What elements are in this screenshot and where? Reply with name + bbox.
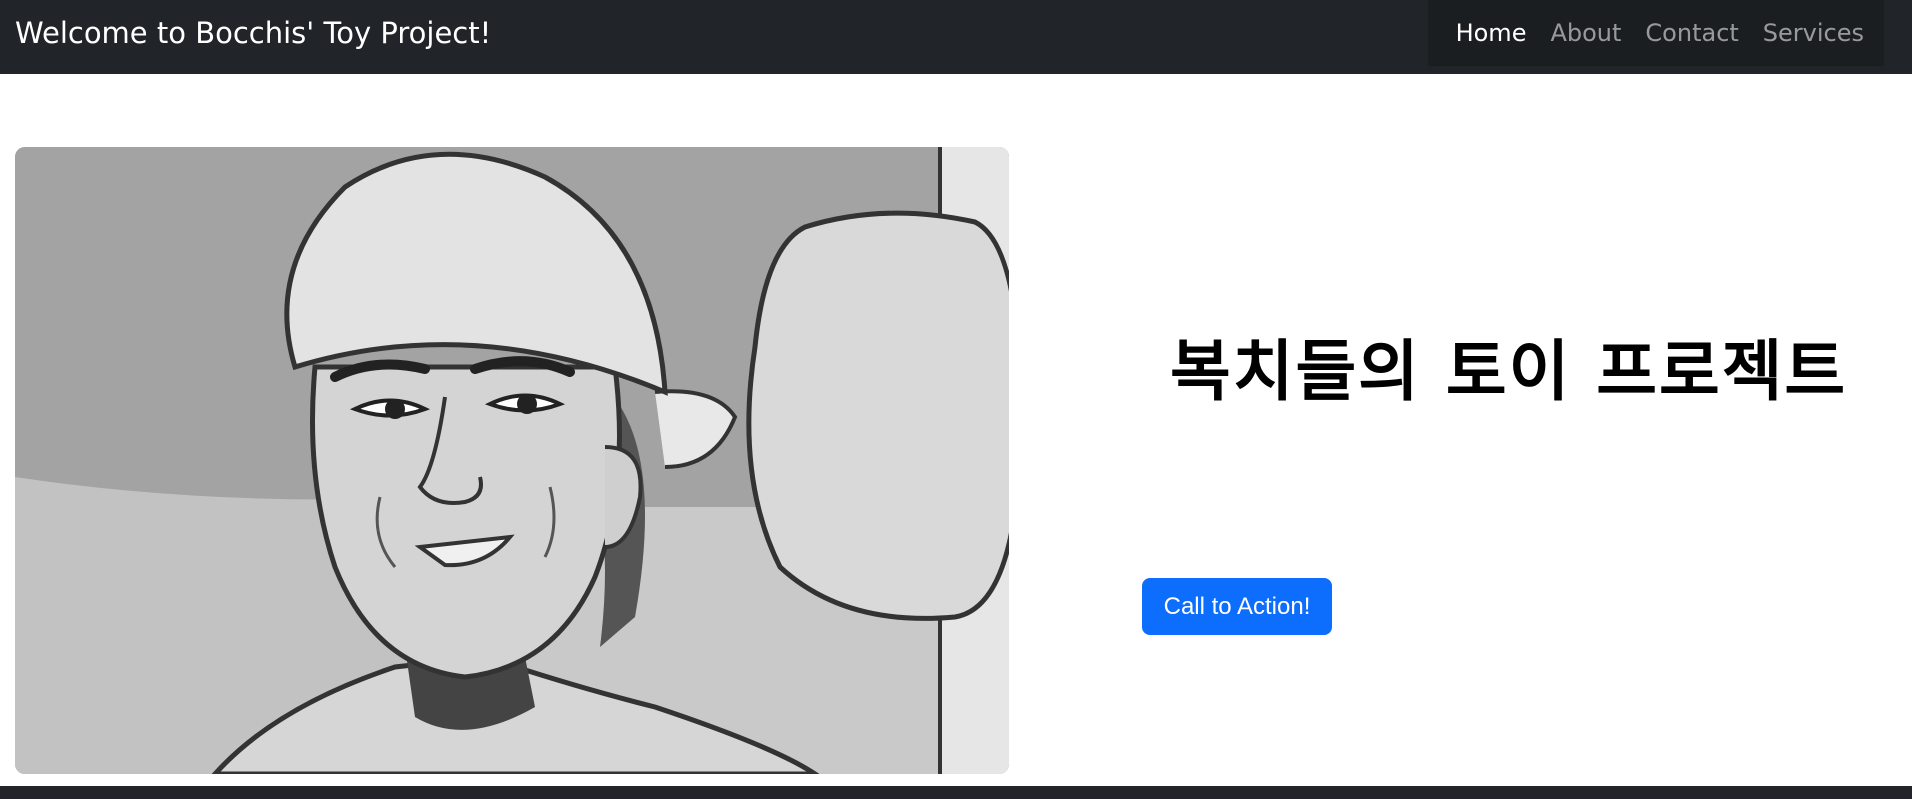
call-to-action-button[interactable]: Call to Action! [1142, 578, 1332, 635]
nav-links: Home About Contact Services [1427, 0, 1884, 66]
footer-bar [0, 786, 1912, 799]
nav-link-services[interactable]: Services [1751, 19, 1876, 47]
top-navbar: Welcome to Bocchis' Toy Project! Home Ab… [0, 0, 1912, 74]
nav-link-home[interactable]: Home [1444, 19, 1539, 47]
nav-link-contact[interactable]: Contact [1633, 19, 1750, 47]
navbar-brand[interactable]: Welcome to Bocchis' Toy Project! [15, 14, 491, 52]
nav-link-about[interactable]: About [1538, 19, 1633, 47]
hero-title: 복치들의 토이 프로젝트 [1170, 333, 1848, 411]
manga-character-illustration [15, 147, 1009, 774]
hero-image [15, 147, 1009, 774]
